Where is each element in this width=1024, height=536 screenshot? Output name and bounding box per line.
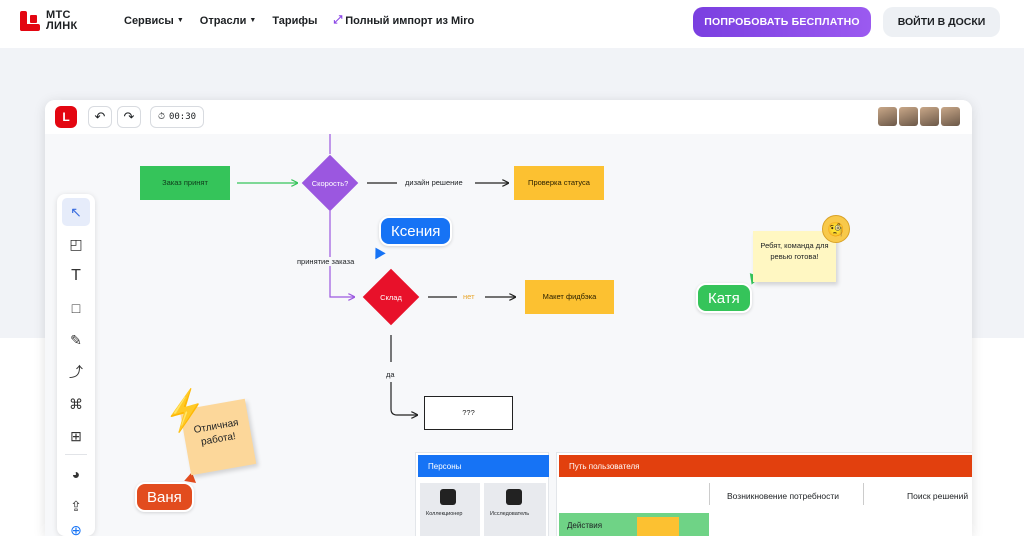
chevron-down-icon: ▼ <box>176 17 184 24</box>
whiteboard-preview: L ↶ ↷ ⏱ 00:30 Заказ принят Скорость? диз… <box>45 100 972 536</box>
shape-tool-icon[interactable]: □ <box>62 294 90 322</box>
node-check-status[interactable]: Проверка статуса <box>514 166 604 200</box>
persona-name: Исследователь <box>490 511 530 517</box>
personas-panel-title: Персоны <box>418 455 549 477</box>
personas-panel[interactable]: Персоны Коллекционер Исследователь <box>415 452 549 536</box>
undo-icon[interactable]: ↶ <box>88 106 112 128</box>
edge-label-design: дизайн решение <box>403 178 465 187</box>
try-free-button[interactable]: ПОПРОБОВАТЬ БЕСПЛАТНО <box>693 7 871 37</box>
text-tool-icon[interactable]: T <box>62 262 90 290</box>
cursor-ksenia: Ксения <box>379 216 453 246</box>
persona-name: Коллекционер <box>426 511 463 517</box>
edge-label-yes: да <box>384 370 397 379</box>
persona-card[interactable]: Коллекционер <box>420 483 480 536</box>
stopwatch-icon: ⏱ <box>157 112 165 122</box>
board-canvas[interactable]: Заказ принят Скорость? дизайн решение Пр… <box>45 134 972 536</box>
mindmap-tool-icon[interactable]: ⌘ <box>62 390 90 418</box>
select-tool-icon[interactable]: ↖ <box>62 198 90 226</box>
pen-tool-icon[interactable]: ✎ <box>62 326 90 354</box>
edge-label-no: нет <box>461 292 477 301</box>
sticky-team-ready[interactable]: Ребят, команда для ревью готова! <box>753 231 836 282</box>
toolbar-divider <box>65 454 87 455</box>
board-toolbar: ↖ ◰ T □ ✎ ⤴ ⌘ ⊞ ◕ ⇪ ⊕ <box>57 194 95 536</box>
nav-pricing[interactable]: Тарифы <box>272 14 317 27</box>
avatar[interactable] <box>920 107 939 126</box>
login-boards-button[interactable]: ВОЙТИ В ДОСКИ <box>883 7 1000 37</box>
node-feedback-mockup[interactable]: Макет фидбэка <box>525 280 614 314</box>
node-warehouse-label: Склад <box>380 293 402 302</box>
import-arrow-icon: ⤢ <box>333 14 343 26</box>
timer-value: 00:30 <box>168 112 197 122</box>
participants <box>878 107 960 126</box>
mts-link-logo[interactable]: МТС ЛИНК <box>20 10 106 32</box>
avatar[interactable] <box>899 107 918 126</box>
cursor-vanya: Ваня <box>135 482 194 512</box>
avatar[interactable] <box>941 107 960 126</box>
journey-column-need: Возникновение потребности <box>727 491 840 501</box>
user-icon <box>506 489 522 505</box>
persona-card[interactable]: Исследователь <box>484 483 546 536</box>
nav-import[interactable]: ⤢ Полный импорт из Miro <box>333 14 474 27</box>
redo-icon[interactable]: ↷ <box>117 106 141 128</box>
timer[interactable]: ⏱ 00:30 <box>150 106 204 128</box>
avatar[interactable] <box>878 107 897 126</box>
journey-column-search: Поиск решений <box>907 491 969 501</box>
journey-panel-title: Путь пользователя <box>559 455 972 477</box>
logo-line-2: ЛИНК <box>46 20 78 32</box>
app-logo-icon[interactable]: L <box>55 106 77 128</box>
edge-label-accept: принятие заказа <box>295 257 357 266</box>
node-unknown[interactable]: ??? <box>424 396 513 430</box>
cursor-katya: Катя <box>696 283 752 313</box>
journey-row-label: Действия <box>567 521 603 530</box>
user-icon <box>440 489 456 505</box>
connector-tool-icon[interactable]: ⤴ <box>62 358 90 386</box>
sticky-note-tool-icon[interactable]: ◰ <box>62 230 90 258</box>
palette-tool-icon[interactable]: ◕ <box>62 460 90 488</box>
journey-row-actions[interactable]: Действия <box>559 513 709 536</box>
node-speed-label: Скорость? <box>311 179 349 188</box>
nav-industries[interactable]: Отрасли ▼ <box>200 14 257 27</box>
sticky-note[interactable] <box>637 517 679 536</box>
column-divider <box>709 483 710 505</box>
thinking-face-icon: 🧐 <box>822 215 850 243</box>
main-menu: Сервисы ▼ Отрасли ▼ Тарифы ⤢ Полный импорт … <box>124 14 474 27</box>
column-divider <box>863 483 864 505</box>
top-navigation: МТС ЛИНК Сервисы ▼ Отрасли ▼ Тарифы ⤢ Полны… <box>0 0 1024 44</box>
table-tool-icon[interactable]: ⊞ <box>62 422 90 450</box>
nav-services[interactable]: Сервисы ▼ <box>124 14 184 27</box>
chevron-down-icon: ▼ <box>249 17 257 24</box>
logo-icon <box>20 11 40 31</box>
node-order-accepted[interactable]: Заказ принят <box>140 166 230 200</box>
user-journey-panel[interactable]: Путь пользователя Возникновение потребно… <box>556 452 972 536</box>
board-header: L ↶ ↷ ⏱ 00:30 <box>45 100 972 134</box>
add-tool-icon[interactable]: ⊕ <box>62 516 90 536</box>
